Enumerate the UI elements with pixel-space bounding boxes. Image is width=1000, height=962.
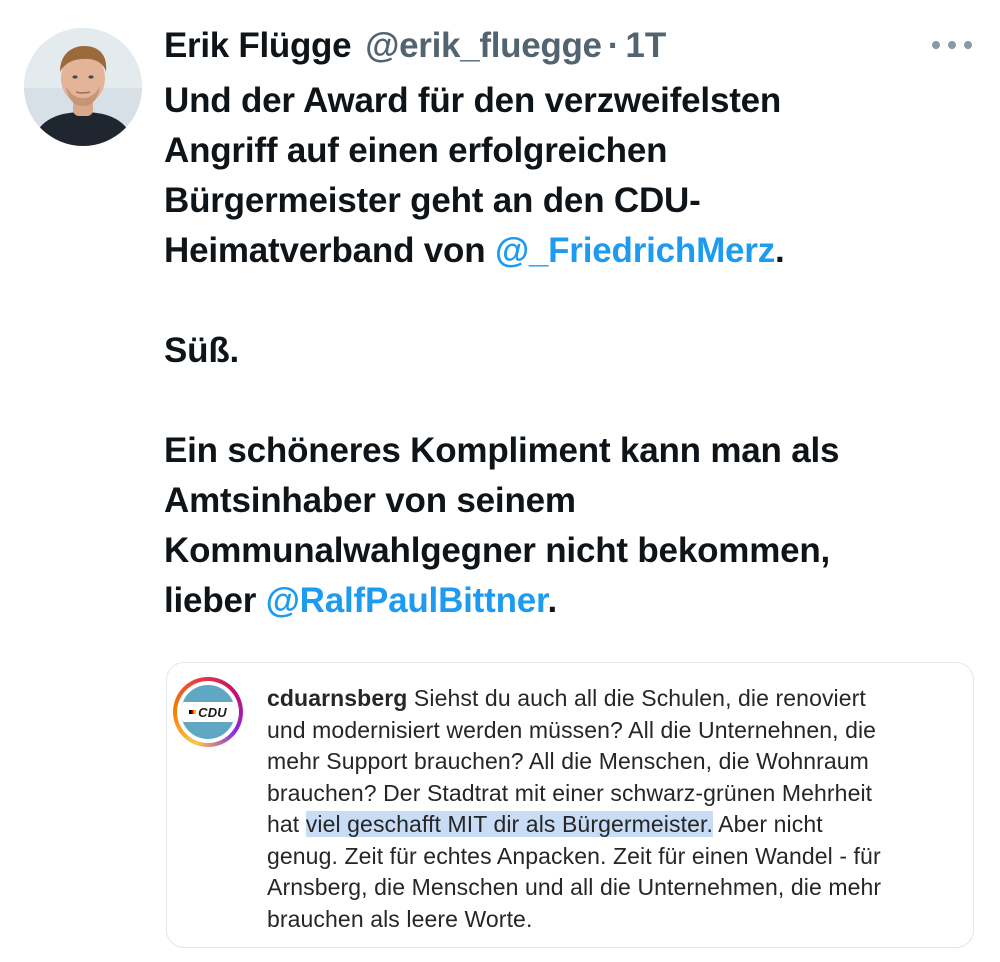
author-handle[interactable]: @erik_fluegge: [365, 24, 602, 68]
separator-dot: ·: [607, 26, 620, 65]
tweet-text-line: Angriff auf einen erfolgreichen: [164, 131, 668, 170]
mention-link-friedrichmerz[interactable]: @_FriedrichMerz: [495, 231, 775, 270]
author-name[interactable]: Erik Flügge: [164, 24, 352, 68]
tweet-header: Erik Flügge @erik_fluegge · 1T: [164, 24, 666, 68]
caption-line: Arnsberg, die Menschen und all die Unter…: [267, 874, 882, 900]
caption-line: brauchen als leere Worte.: [267, 905, 533, 932]
tweet[interactable]: Erik Flügge @erik_fluegge · 1T Und der A…: [0, 0, 1000, 962]
caption-line: hat viel geschafft MIT dir als Bürgermei…: [267, 811, 823, 837]
highlighted-text: viel geschafft MIT dir als Bürgermeister…: [305, 811, 713, 837]
more-dot: [948, 41, 956, 49]
caption-author[interactable]: cduarnsberg: [267, 685, 407, 711]
tweet-text-line: Bürgermeister geht an den CDU-: [164, 181, 701, 220]
tweet-text-line: lieber @RalfPaulBittner.: [164, 581, 558, 620]
caption-line: genug. Zeit für echtes Anpacken. Zeit fü…: [267, 842, 881, 869]
tweet-text-line: Kommunalwahlgegner nicht bekommen,: [164, 531, 831, 570]
avatar-portrait-icon: [24, 28, 142, 146]
mention-link-ralfpaulbittner[interactable]: @RalfPaulBittner: [266, 581, 548, 620]
cdu-logo-band: CDU: [181, 702, 235, 722]
tweet-text-line: Ein schöneres Kompliment kann man als: [164, 431, 840, 470]
flag-icon: [189, 710, 197, 714]
tweet-timestamp[interactable]: 1T: [625, 24, 666, 68]
attached-image-card[interactable]: CDU cduarnsberg Siehst du auch all die S…: [166, 662, 974, 948]
more-horizontal-icon[interactable]: [932, 38, 972, 52]
caption-line: brauchen? Der Stadtrat mit einer schwarz…: [267, 779, 873, 806]
tweet-text-line: Heimatverband von @_FriedrichMerz.: [164, 231, 785, 270]
avatar-frame: CDU: [177, 681, 239, 743]
more-dot: [964, 41, 972, 49]
caption-line: cduarnsberg Siehst du auch all die Schul…: [267, 685, 866, 711]
tweet-text-line: Amtsinhaber von seinem: [164, 481, 576, 520]
cdu-logo-text: CDU: [198, 704, 227, 720]
cdu-logo-icon: CDU: [181, 685, 235, 739]
caption-line: und modernisiert werden müssen? All die …: [267, 716, 877, 743]
instagram-story-ring[interactable]: CDU: [173, 677, 243, 747]
author-avatar[interactable]: [24, 28, 142, 146]
tweet-text-line: Und der Award für den verzweifelsten: [164, 81, 782, 120]
tweet-text-line: Süß.: [164, 331, 240, 370]
caption-text: cduarnsberg Siehst du auch all die Schul…: [267, 683, 967, 935]
more-dot: [932, 41, 940, 49]
caption-line: mehr Support brauchen? All die Menschen,…: [267, 748, 869, 774]
tweet-text: Und der Award für den verzweifelsten Ang…: [164, 76, 964, 626]
